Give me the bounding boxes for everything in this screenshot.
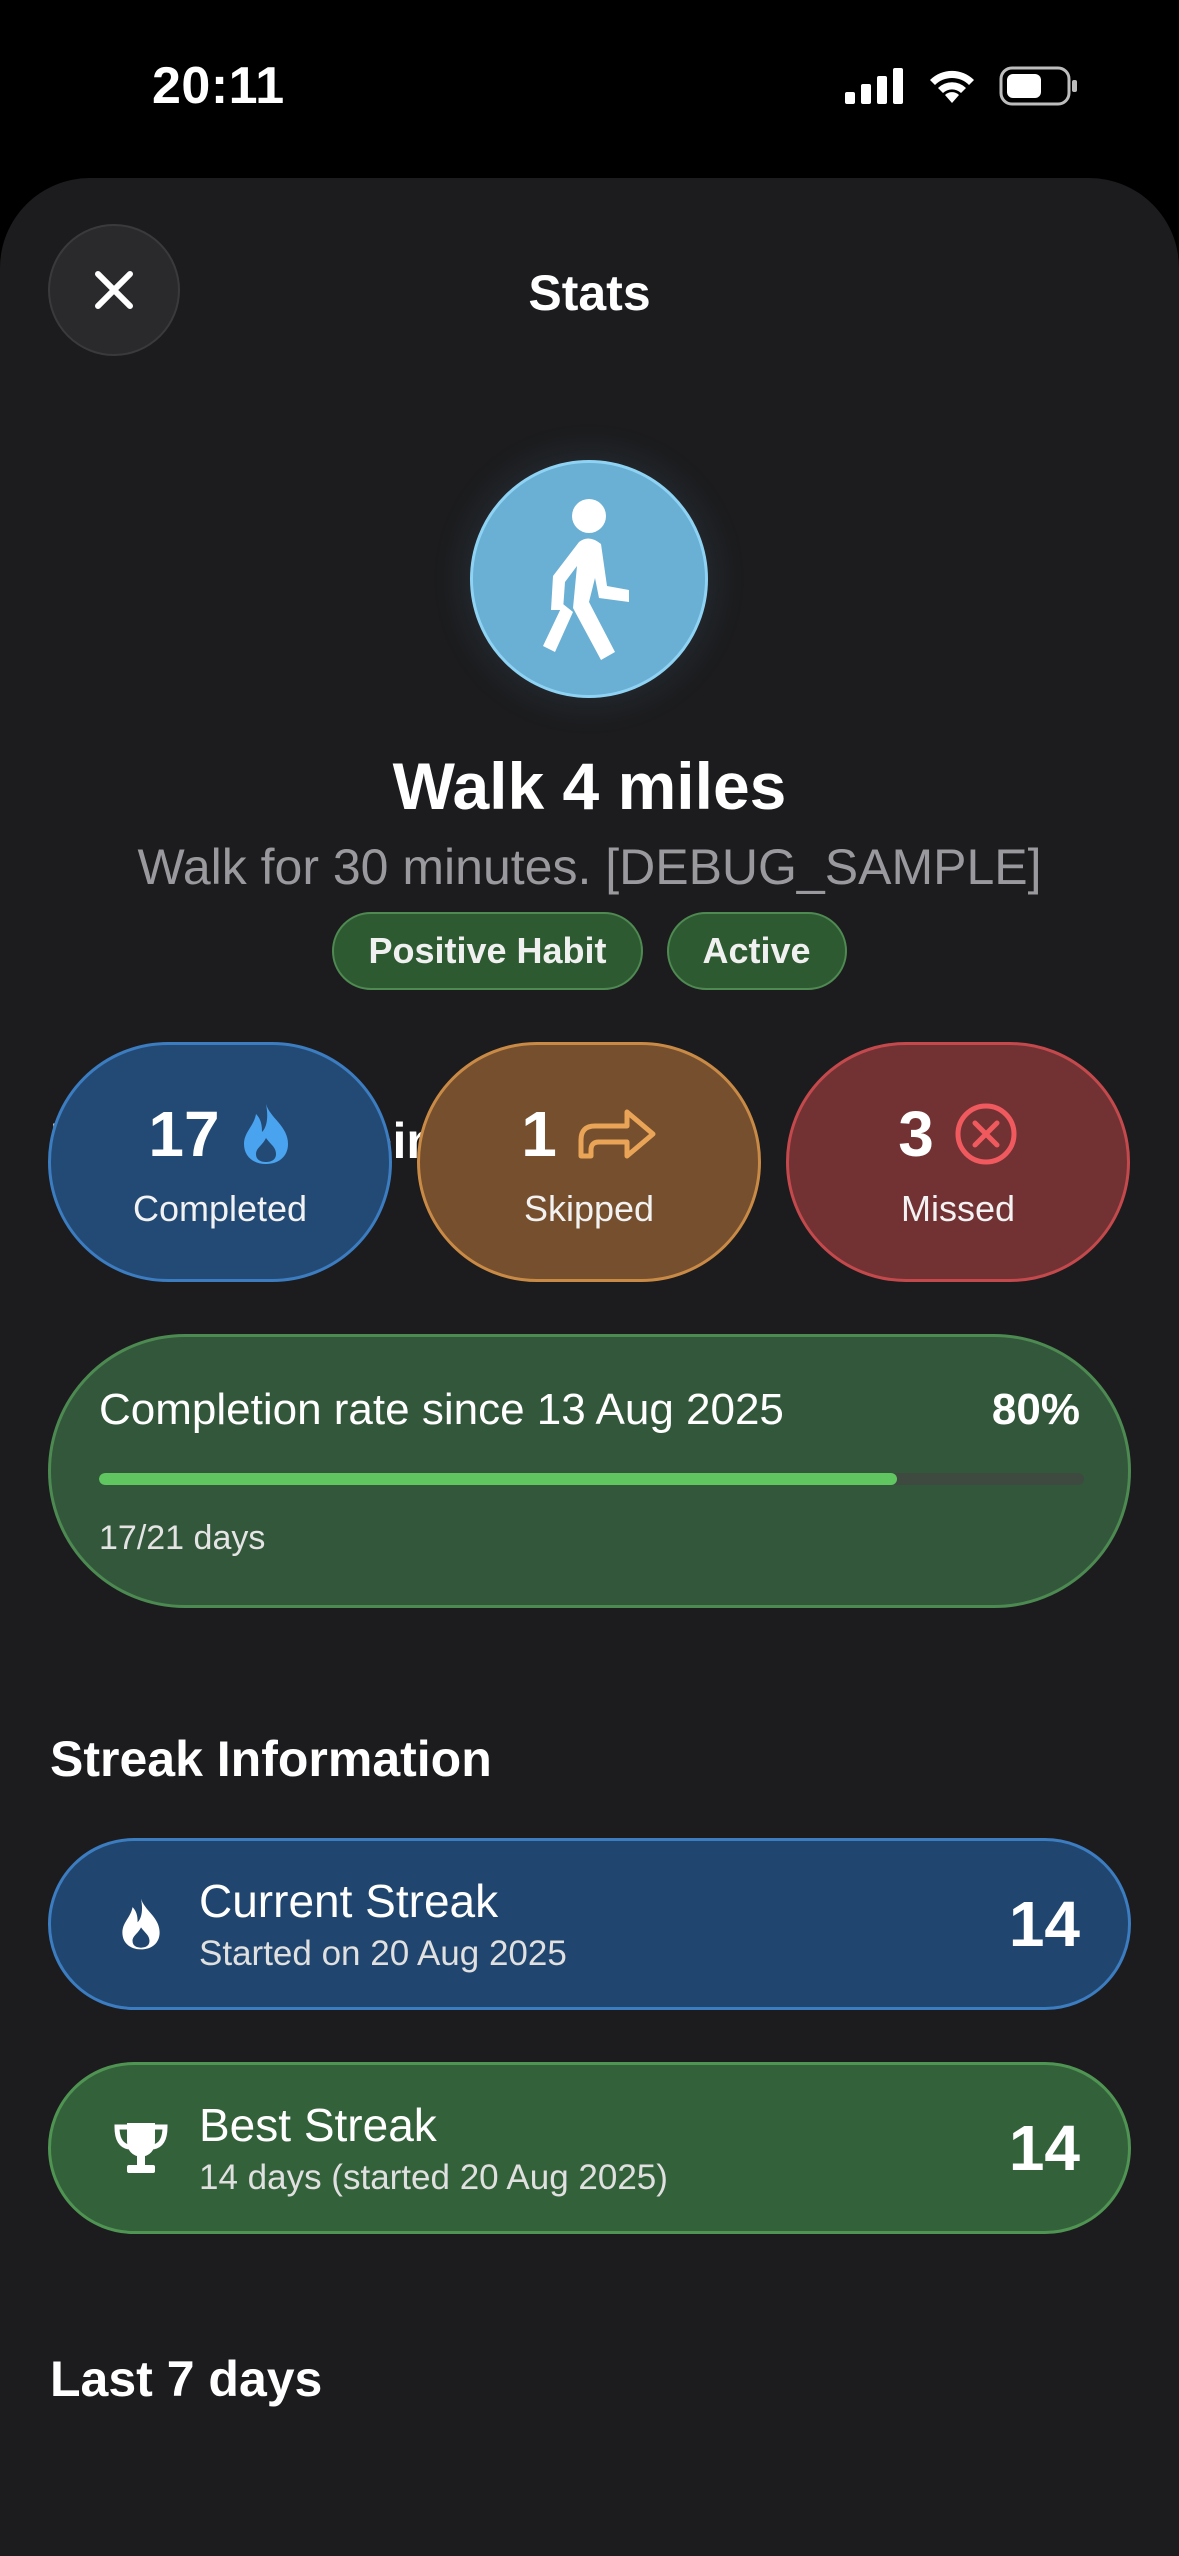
best-streak-card: Best Streak 14 days (started 20 Aug 2025… xyxy=(48,2062,1131,2234)
flame-icon xyxy=(122,1898,160,1950)
flame-icon xyxy=(243,1104,288,1164)
wifi-icon xyxy=(930,70,974,103)
status-time: 20:11 xyxy=(152,57,285,115)
trophy-icon xyxy=(114,2123,168,2173)
completion-rate-percent: 80% xyxy=(991,1385,1080,1434)
habit-description: Walk for 30 minutes. [DEBUG_SAMPLE] xyxy=(137,839,1042,895)
completion-progress-bar xyxy=(99,1473,1084,1485)
skipped-label: Skipped xyxy=(523,1188,655,1229)
x-circle-icon xyxy=(955,1103,1017,1165)
page-title: Stats xyxy=(528,265,651,321)
completion-days: 17/21 days xyxy=(99,1519,266,1557)
missed-stat: 3 Missed xyxy=(786,1042,1130,1282)
figure-walk-icon xyxy=(543,499,629,660)
streak-icon-wrap xyxy=(91,1896,191,1952)
best-streak-subtitle: 14 days (started 20 Aug 2025) xyxy=(199,2158,668,2197)
current-streak-subtitle: Started on 20 Aug 2025 xyxy=(199,1934,567,1973)
missed-count: 3 xyxy=(898,1098,934,1170)
battery-icon xyxy=(999,66,1077,106)
current-streak-title: Current Streak xyxy=(199,1875,499,1927)
missed-label: Missed xyxy=(900,1188,1016,1229)
best-streak-title: Best Streak xyxy=(199,2099,437,2151)
completed-stat: 17 Completed xyxy=(48,1042,392,1282)
section-title-last-7-days: Last 7 days xyxy=(50,2351,323,2407)
section-title-streaks: Streak Information xyxy=(50,1731,492,1787)
skipped-stat: 1 Skipped xyxy=(417,1042,761,1282)
streak-icon-wrap xyxy=(91,2119,191,2177)
habit-badges: Positive Habit Active xyxy=(0,912,1179,990)
status-bar: 20:11 xyxy=(0,0,1179,170)
completion-rate-card: Completion rate since 13 Aug 2025 80% 17… xyxy=(48,1334,1131,1608)
status-icons xyxy=(845,66,1079,106)
habit-icon-circle xyxy=(470,460,708,698)
completed-label: Completed xyxy=(132,1188,308,1229)
badge-status: Active xyxy=(666,912,847,990)
best-streak-value: 14 xyxy=(1008,2112,1080,2184)
stats-sheet: Stats Walk 4 miles Walk for 30 minutes. … xyxy=(0,178,1179,2556)
skipped-count: 1 xyxy=(521,1098,557,1170)
badge-habit-type: Positive Habit xyxy=(332,912,643,990)
cellular-signal-icon xyxy=(845,68,903,104)
current-streak-value: 14 xyxy=(1008,1888,1080,1960)
completion-progress-fill xyxy=(99,1473,897,1485)
current-streak-card: Current Streak Started on 20 Aug 2025 14 xyxy=(48,1838,1131,2010)
habit-title: Walk 4 miles xyxy=(392,749,787,823)
completed-count: 17 xyxy=(148,1098,220,1170)
completion-rate-label: Completion rate since 13 Aug 2025 xyxy=(99,1385,784,1434)
arrow-turn-icon xyxy=(578,1109,656,1159)
